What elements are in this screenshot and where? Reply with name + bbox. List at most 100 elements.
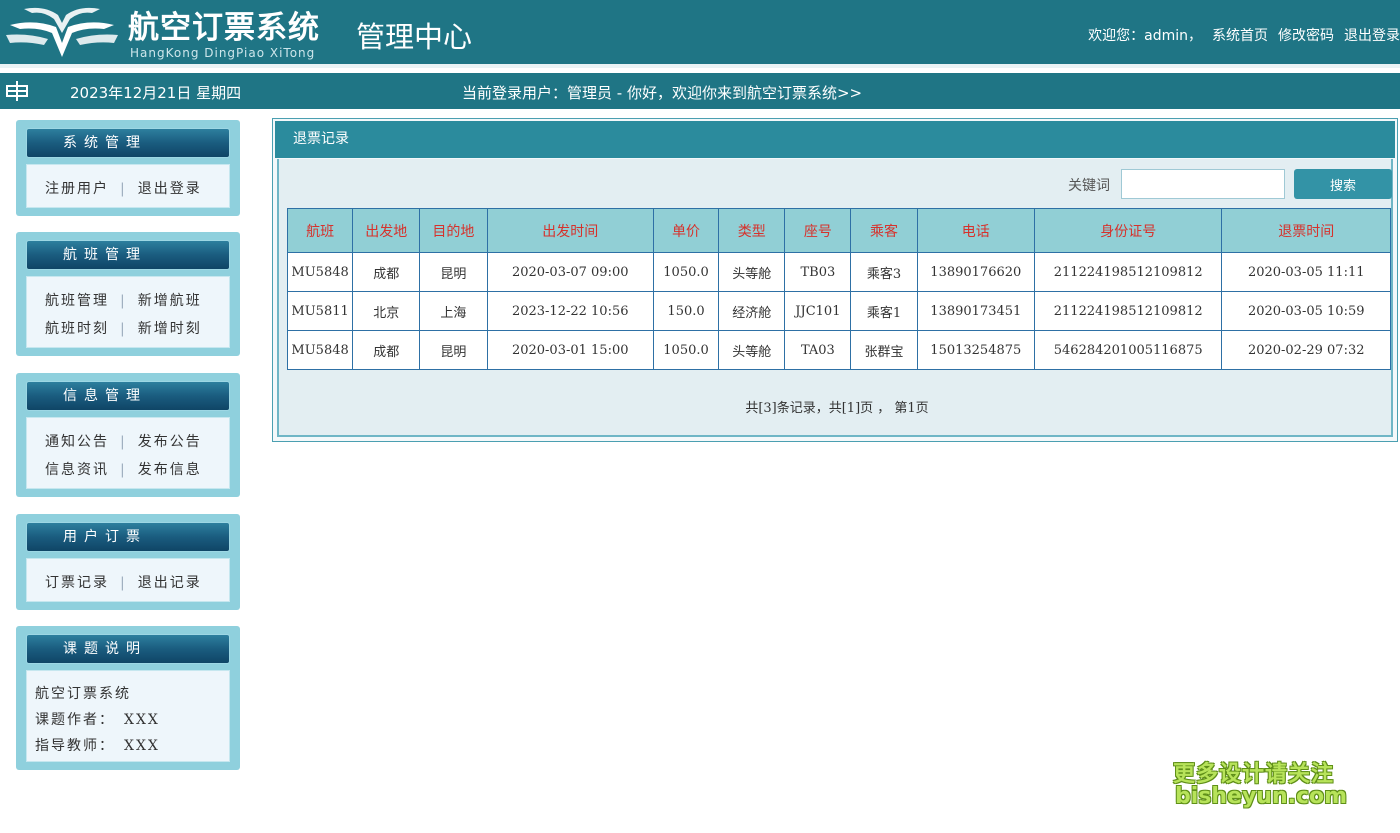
menu-news[interactable]: 信息资讯 bbox=[45, 462, 109, 478]
cell-phone: 13890173451 bbox=[916, 291, 1035, 331]
menu-row: 信息资讯 | 发布信息 bbox=[45, 462, 202, 478]
panel-body-about: 航空订票系统 课题作者： XXX 指导教师： XXX bbox=[26, 670, 230, 762]
cell-seat: TB03 bbox=[784, 252, 852, 292]
menu-publish-notice[interactable]: 发布公告 bbox=[138, 434, 202, 450]
about-advisor: 指导教师： XXX bbox=[35, 738, 160, 754]
col-destination: 目的地 bbox=[419, 208, 488, 253]
sidebar-panel-about: 课题说明 航空订票系统 课题作者： XXX 指导教师： XXX bbox=[16, 626, 240, 770]
menu-row: 订票记录 | 退出记录 bbox=[45, 575, 202, 591]
page-title: 退票记录 bbox=[275, 121, 1395, 158]
panel-title-info: 信息管理 bbox=[26, 381, 230, 411]
cell-flight: MU5848 bbox=[286, 330, 354, 370]
refund-records-panel: 退票记录 关键词 搜索 航班 出发地 目的地 出发时间 单价 类型 座号 乘客 bbox=[272, 118, 1398, 442]
info-bar: 2023年12月21日 星期四 当前登录用户：管理员 - 你好，欢迎你来到航空订… bbox=[0, 73, 1400, 109]
cell-price: 150.0 bbox=[652, 291, 720, 331]
cell-refund-time: 2020-02-29 07:32 bbox=[1221, 330, 1391, 370]
menu-publish-news[interactable]: 发布信息 bbox=[138, 462, 202, 478]
cell-passenger: 乘客3 bbox=[850, 252, 918, 292]
panel-title-about: 课题说明 bbox=[26, 634, 230, 664]
cell-departure: 成都 bbox=[352, 252, 421, 292]
col-refund-time: 退票时间 bbox=[1221, 208, 1391, 253]
header-divider bbox=[0, 64, 1400, 68]
col-id-number: 身份证号 bbox=[1033, 208, 1223, 253]
col-depart-time: 出发时间 bbox=[486, 208, 654, 253]
welcome-user-text: 欢迎您：admin， bbox=[1088, 28, 1202, 44]
about-author: 课题作者： XXX bbox=[35, 712, 160, 728]
menu-add-flight[interactable]: 新增航班 bbox=[138, 293, 202, 309]
cell-id-number: 211224198512109812 bbox=[1033, 291, 1223, 331]
cell-phone: 15013254875 bbox=[916, 330, 1035, 370]
sidebar-panel-flight: 航班管理 航班管理 | 新增航班 航班时刻 | 新增时刻 bbox=[16, 232, 240, 356]
sidebar-panel-info: 信息管理 通知公告 | 发布公告 信息资讯 | 发布信息 bbox=[16, 373, 240, 497]
table-row: MU5811 北京 上海 2023-12-22 10:56 150.0 经济舱 … bbox=[286, 291, 1391, 331]
menu-row: 通知公告 | 发布公告 bbox=[45, 434, 202, 450]
panel-title-flight: 航班管理 bbox=[26, 240, 230, 270]
panel-body-order: 订票记录 | 退出记录 bbox=[26, 558, 230, 602]
menu-order-records[interactable]: 订票记录 bbox=[45, 575, 109, 591]
sidebar-panel-system: 系统管理 注册用户 | 退出登录 bbox=[16, 120, 240, 216]
menu-flight-schedule[interactable]: 航班时刻 bbox=[45, 321, 109, 337]
cell-depart-time: 2020-03-07 09:00 bbox=[486, 252, 654, 292]
panel-body-system: 注册用户 | 退出登录 bbox=[26, 164, 230, 208]
cell-class: 经济舱 bbox=[718, 291, 786, 331]
home-link[interactable]: 系统首页 bbox=[1212, 25, 1268, 45]
menu-flight-manage[interactable]: 航班管理 bbox=[45, 293, 109, 309]
logo-subtitle: HangKong DingPiao XiTong bbox=[130, 46, 316, 60]
cell-phone: 13890176620 bbox=[916, 252, 1035, 292]
cell-seat: TA03 bbox=[784, 330, 852, 370]
table-header-row: 航班 出发地 目的地 出发时间 单价 类型 座号 乘客 电话 身份证号 退票时间 bbox=[286, 208, 1391, 253]
cell-destination: 上海 bbox=[419, 291, 488, 331]
about-system-name: 航空订票系统 bbox=[35, 686, 131, 702]
cell-passenger: 张群宝 bbox=[850, 330, 918, 370]
cell-seat: JJC101 bbox=[784, 291, 852, 331]
menu-notices[interactable]: 通知公告 bbox=[45, 434, 109, 450]
pagination-info: 共[3]条记录，共[1]页 ， 第1页 bbox=[745, 401, 929, 416]
table-row: MU5848 成都 昆明 2020-03-07 09:00 1050.0 头等舱… bbox=[286, 252, 1391, 292]
cell-flight: MU5811 bbox=[286, 291, 354, 331]
refund-records-table: 航班 出发地 目的地 出发时间 单价 类型 座号 乘客 电话 身份证号 退票时间… bbox=[286, 208, 1391, 370]
login-welcome-text: 当前登录用户：管理员 - 你好，欢迎你来到航空订票系统>> bbox=[462, 84, 863, 102]
header: 航空订票系统 HangKong DingPiao XiTong 管理中心 欢迎您… bbox=[0, 0, 1400, 64]
cell-class: 头等舱 bbox=[718, 330, 786, 370]
cell-flight: MU5848 bbox=[286, 252, 354, 292]
cell-price: 1050.0 bbox=[652, 330, 720, 370]
panel-title-order: 用户订票 bbox=[26, 522, 230, 552]
cell-id-number: 211224198512109812 bbox=[1033, 252, 1223, 292]
menu-logout[interactable]: 退出登录 bbox=[138, 181, 202, 197]
col-passenger: 乘客 bbox=[850, 208, 918, 253]
admin-center-title: 管理中心 bbox=[356, 20, 473, 54]
table-row: MU5848 成都 昆明 2020-03-01 15:00 1050.0 头等舱… bbox=[286, 330, 1391, 370]
logo-wings-icon bbox=[6, 7, 118, 57]
search-button[interactable]: 搜索 bbox=[1294, 169, 1392, 199]
menu-refund-records[interactable]: 退出记录 bbox=[138, 575, 202, 591]
cell-class: 头等舱 bbox=[718, 252, 786, 292]
sidebar-panel-order: 用户订票 订票记录 | 退出记录 bbox=[16, 514, 240, 610]
cell-passenger: 乘客1 bbox=[850, 291, 918, 331]
panel-title-system: 系统管理 bbox=[26, 128, 230, 158]
cell-refund-time: 2020-03-05 10:59 bbox=[1221, 291, 1391, 331]
top-links: 欢迎您：admin， 系统首页 修改密码 退出登录 bbox=[1088, 25, 1400, 45]
menu-row: 注册用户 | 退出登录 bbox=[45, 181, 202, 197]
menu-row: 航班管理 | 新增航班 bbox=[45, 293, 202, 309]
cell-depart-time: 2020-03-01 15:00 bbox=[486, 330, 654, 370]
menu-add-schedule[interactable]: 新增时刻 bbox=[138, 321, 202, 337]
cell-depart-time: 2023-12-22 10:56 bbox=[486, 291, 654, 331]
menu-row: 航班时刻 | 新增时刻 bbox=[45, 321, 202, 337]
panel-body-info: 通知公告 | 发布公告 信息资讯 | 发布信息 bbox=[26, 417, 230, 489]
search-label: 关键词 bbox=[1068, 178, 1110, 194]
change-password-link[interactable]: 修改密码 bbox=[1278, 25, 1334, 45]
cell-refund-time: 2020-03-05 11:11 bbox=[1221, 252, 1391, 292]
col-class: 类型 bbox=[718, 208, 786, 253]
watermark-url: bisheyun.com bbox=[1175, 784, 1348, 809]
cell-destination: 昆明 bbox=[419, 252, 488, 292]
col-phone: 电话 bbox=[916, 208, 1035, 253]
cell-departure: 北京 bbox=[352, 291, 421, 331]
cell-price: 1050.0 bbox=[652, 252, 720, 292]
menu-register-user[interactable]: 注册用户 bbox=[45, 181, 109, 197]
col-departure: 出发地 bbox=[352, 208, 421, 253]
cell-destination: 昆明 bbox=[419, 330, 488, 370]
col-flight: 航班 bbox=[286, 208, 354, 253]
cell-id-number: 546284201005116875 bbox=[1033, 330, 1223, 370]
logout-link[interactable]: 退出登录 bbox=[1344, 25, 1400, 45]
keyword-search-input[interactable] bbox=[1121, 169, 1285, 199]
